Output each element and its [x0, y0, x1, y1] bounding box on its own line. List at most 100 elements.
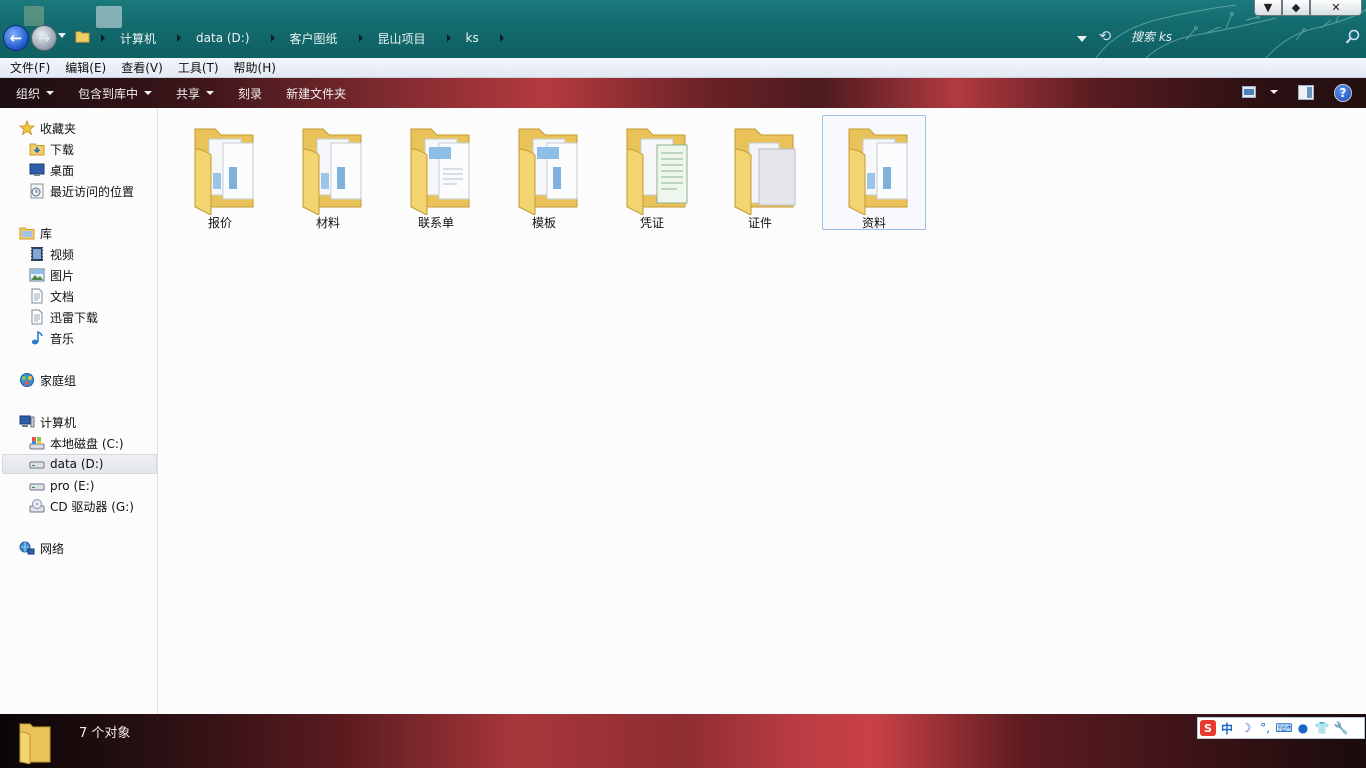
folder-name: 联系单 [417, 216, 454, 230]
include-in-library-button[interactable]: 包含到库中 [70, 85, 160, 102]
recent-places-icon [30, 183, 44, 199]
nav-item-label: 视频 [50, 247, 75, 262]
wrench-icon[interactable]: 🔧 [1333, 720, 1349, 736]
library-icon [19, 227, 35, 240]
menu-help[interactable]: 帮助(H) [229, 59, 281, 76]
folder-item[interactable]: 证件 [708, 115, 812, 230]
punctuation-icon[interactable]: °, [1257, 720, 1273, 736]
share-button[interactable]: 共享 [168, 85, 222, 102]
star-icon [19, 120, 35, 136]
breadcrumb-separator-icon[interactable] [499, 34, 504, 42]
nav-item-downloads[interactable]: 下载 [29, 139, 74, 159]
computer-icon [19, 415, 35, 428]
folder-name: 材料 [315, 216, 340, 230]
command-bar: 组织 包含到库中 共享 刻录 新建文件夹 ? [0, 78, 1366, 108]
pictures-icon [29, 268, 45, 282]
folder-item[interactable]: 凭证 [600, 115, 704, 230]
menu-tools[interactable]: 工具(T) [173, 59, 224, 76]
folder-item[interactable]: 报价 [168, 115, 272, 230]
menu-view[interactable]: 查看(V) [116, 59, 168, 76]
forward-button[interactable]: → [31, 25, 57, 51]
breadcrumb-item-ks[interactable]: ks [456, 31, 495, 45]
breadcrumb-item-data-drive[interactable]: data (D:) [186, 31, 266, 45]
nav-item-desktop[interactable]: 桌面 [29, 160, 74, 180]
refresh-icon: ⟲ [1098, 27, 1112, 45]
nav-item-videos[interactable]: 视频 [29, 244, 74, 264]
navigation-pane: 收藏夹 下载 桌面 最近访问的位置 库 视频 图片 文档 迅雷下载 音乐 家庭组 [0, 108, 158, 714]
maximize-icon: ◆ [1291, 1, 1301, 14]
nav-network[interactable]: 网络 [19, 538, 64, 558]
nav-item-music[interactable]: 音乐 [29, 328, 74, 348]
arrow-right-icon: → [37, 29, 51, 47]
video-icon [31, 247, 43, 261]
maximize-button[interactable]: ◆ [1282, 0, 1310, 16]
breadcrumb-separator-icon[interactable] [270, 34, 275, 42]
breadcrumb-separator-icon[interactable] [177, 34, 182, 42]
window-icon [24, 6, 44, 26]
nav-item-recent-places[interactable]: 最近访问的位置 [29, 181, 134, 201]
back-button[interactable]: ← [3, 25, 29, 51]
folder-item[interactable]: 联系单 [384, 115, 488, 230]
preview-pane-icon[interactable] [1298, 85, 1314, 100]
new-folder-button[interactable]: 新建文件夹 [278, 85, 354, 102]
organize-button[interactable]: 组织 [8, 85, 62, 102]
nav-item-cd-drive-g[interactable]: CD 驱动器 (G:) [29, 496, 134, 516]
keyboard-icon[interactable]: ⌨ [1275, 720, 1292, 736]
nav-item-pro-e[interactable]: pro (E:) [29, 476, 94, 496]
close-button[interactable]: ✕ [1310, 0, 1362, 16]
menu-file[interactable]: 文件(F) [5, 59, 55, 76]
refresh-button[interactable]: ⟲ [1094, 27, 1116, 47]
nav-favorites-label: 收藏夹 [40, 121, 77, 136]
status-bar: 7 个对象 S 中 ☽ °, ⌨ ● 👕 🔧 [0, 714, 1366, 768]
user-icon[interactable]: ● [1295, 720, 1311, 736]
file-list: 报价 材料 联系单 模板 凭证 证件 资料 [159, 108, 1366, 714]
skin-shirt-icon[interactable]: 👕 [1314, 720, 1330, 736]
folder-item[interactable]: 模板 [492, 115, 596, 230]
search-icon[interactable] [1344, 28, 1362, 46]
breadcrumb-item-client-drawings[interactable]: 客户图纸 [280, 30, 354, 47]
nav-computer[interactable]: 计算机 [19, 412, 76, 432]
help-button[interactable]: ? [1334, 84, 1352, 102]
breadcrumb-item-kunshan-project[interactable]: 昆山项目 [368, 30, 442, 47]
nav-favorites[interactable]: 收藏夹 [19, 118, 76, 138]
nav-libraries[interactable]: 库 [19, 223, 52, 243]
ime-mode-toggle[interactable]: 中 [1219, 720, 1235, 736]
nav-item-documents[interactable]: 文档 [29, 286, 74, 306]
nav-item-data-d[interactable]: data (D:) [2, 454, 157, 474]
nav-item-local-disk-c[interactable]: 本地磁盘 (C:) [29, 433, 124, 453]
nav-item-label: 文档 [50, 289, 75, 304]
breadcrumb-item-computer[interactable]: 计算机 [110, 30, 172, 47]
address-history-dropdown[interactable] [1077, 36, 1087, 42]
nav-item-label: 本地磁盘 (C:) [50, 436, 124, 451]
breadcrumb-separator-icon[interactable] [101, 34, 105, 42]
folder-item[interactable]: 材料 [276, 115, 380, 230]
folder-item-selected[interactable]: 资料 [822, 115, 926, 230]
ime-toolbar: S 中 ☽ °, ⌨ ● 👕 🔧 [1197, 717, 1365, 739]
nav-item-label: 下载 [50, 142, 75, 157]
menu-edit[interactable]: 编辑(E) [60, 59, 111, 76]
folder-icon [302, 128, 362, 215]
nav-item-xunlei-downloads[interactable]: 迅雷下载 [29, 307, 98, 327]
recent-pages-dropdown[interactable] [58, 33, 66, 38]
minimize-button[interactable]: ▼ [1254, 0, 1282, 16]
chevron-down-icon [206, 91, 215, 95]
chevron-down-icon[interactable] [1270, 90, 1278, 94]
folder-icon [518, 128, 578, 215]
nav-item-label: 最近访问的位置 [50, 184, 135, 199]
search-input[interactable] [1124, 26, 1364, 48]
nav-homegroup[interactable]: 家庭组 [19, 370, 76, 390]
change-view-button[interactable] [1242, 86, 1278, 98]
folder-name: 凭证 [639, 216, 664, 230]
burn-button[interactable]: 刻录 [230, 85, 270, 102]
folder-name: 资料 [861, 216, 886, 230]
sogou-logo-icon[interactable]: S [1200, 720, 1216, 736]
nav-item-pictures[interactable]: 图片 [29, 265, 74, 285]
nav-homegroup-label: 家庭组 [40, 373, 77, 388]
breadcrumb-separator-icon[interactable] [446, 34, 451, 42]
network-icon [19, 541, 35, 555]
moon-icon[interactable]: ☽ [1238, 720, 1254, 736]
folder-icon [848, 128, 908, 215]
drive-icon [29, 483, 45, 491]
breadcrumb-separator-icon[interactable] [358, 34, 363, 42]
desktop-icon [29, 163, 45, 176]
